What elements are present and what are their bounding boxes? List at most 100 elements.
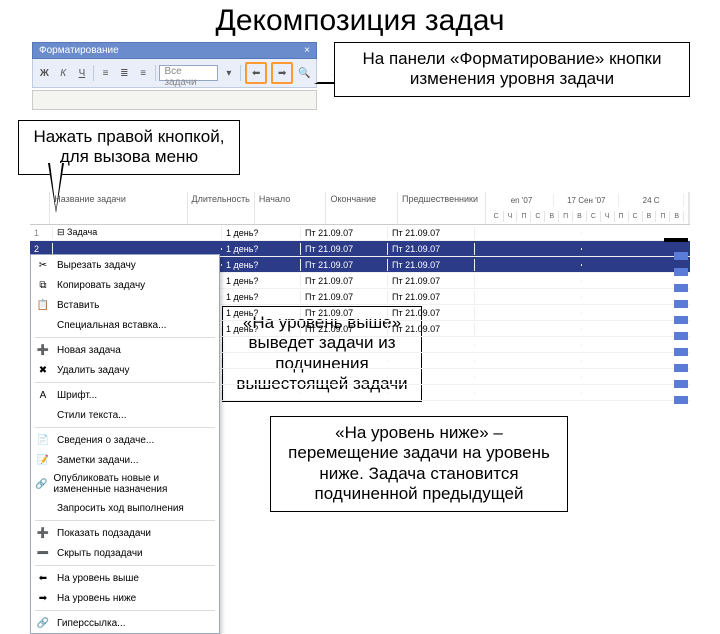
menu-item[interactable]: 📋Вставить: [31, 295, 219, 315]
gantt-bar[interactable]: [674, 316, 688, 324]
col-name[interactable]: Название задачи: [50, 192, 187, 224]
bold-icon[interactable]: Ж: [37, 65, 52, 81]
menu-label: Вставить: [57, 300, 99, 311]
menu-icon: [35, 318, 51, 332]
gantt-bar[interactable]: [674, 396, 688, 404]
end-cell[interactable]: Пт 21.09.07: [388, 323, 475, 335]
filter-tasks-dropdown[interactable]: Все задачи: [159, 65, 217, 81]
end-cell[interactable]: Пт 21.09.07: [388, 259, 475, 271]
start-cell[interactable]: Пт 21.09.07: [301, 291, 388, 303]
gantt-bar[interactable]: [674, 284, 688, 292]
menu-label: Скрыть подзадачи: [57, 548, 143, 559]
duration-cell[interactable]: 1 день?: [222, 275, 301, 287]
col-duration[interactable]: Длительность: [188, 192, 255, 224]
pred-cell[interactable]: [475, 264, 582, 266]
toolbar-caption-bar[interactable]: Форматирование ×: [32, 42, 317, 59]
task-name-cell[interactable]: [53, 248, 222, 250]
indent-icon: ➡: [274, 65, 290, 81]
menu-icon: 🔗: [35, 477, 47, 491]
context-menu: ✂Вырезать задачу⧉Копировать задачу📋Встав…: [30, 254, 220, 634]
pred-cell[interactable]: [475, 328, 582, 330]
menu-item[interactable]: AШрифт...: [31, 385, 219, 405]
end-cell[interactable]: Пт 21.09.07: [388, 227, 475, 239]
menu-item[interactable]: ➕Новая задача: [31, 340, 219, 360]
gantt-bar[interactable]: [674, 364, 688, 372]
menu-icon: [35, 408, 51, 422]
gantt-bar[interactable]: [674, 300, 688, 308]
underline-icon[interactable]: Ч: [75, 65, 90, 81]
menu-item[interactable]: Стили текста...: [31, 405, 219, 425]
gantt-day: В: [643, 211, 657, 222]
menu-icon: ✂: [35, 258, 51, 272]
close-icon[interactable]: ×: [304, 45, 310, 56]
col-end[interactable]: Окончание: [326, 192, 398, 224]
start-cell[interactable]: Пт 21.09.07: [301, 307, 388, 319]
col-predecessors[interactable]: Предшественники: [398, 192, 486, 224]
gantt-day: С: [587, 211, 601, 222]
gantt-bar[interactable]: [674, 252, 688, 260]
gantt-bar[interactable]: [674, 348, 688, 356]
menu-icon: 🔗: [35, 616, 51, 630]
dropdown-icon[interactable]: ▾: [222, 65, 237, 81]
duration-cell[interactable]: 1 день?: [222, 227, 301, 239]
gantt-month: 24 С: [619, 194, 684, 207]
duration-cell[interactable]: 1 день?: [222, 323, 301, 335]
menu-item[interactable]: Запросить ход выполнения: [31, 498, 219, 518]
menu-item[interactable]: Специальная вставка...: [31, 315, 219, 335]
menu-item[interactable]: ➕Показать подзадачи: [31, 523, 219, 543]
menu-separator: [35, 520, 215, 521]
pred-cell[interactable]: [475, 312, 582, 314]
menu-label: Сведения о задаче...: [57, 435, 154, 446]
callout-indent: «На уровень ниже» – перемещение задачи н…: [270, 416, 568, 512]
pred-cell[interactable]: [475, 296, 582, 298]
indent-button[interactable]: ➡: [271, 62, 293, 84]
menu-item[interactable]: ⧉Копировать задачу: [31, 275, 219, 295]
start-cell[interactable]: Пт 21.09.07: [301, 259, 388, 271]
end-cell[interactable]: Пт 21.09.07: [388, 291, 475, 303]
task-name-cell[interactable]: ⊟ Задача: [53, 226, 222, 239]
gantt-day: С: [629, 211, 643, 222]
start-cell[interactable]: Пт 21.09.07: [301, 275, 388, 287]
col-start[interactable]: Начало: [255, 192, 327, 224]
pred-cell[interactable]: [475, 232, 582, 234]
callout-toolbar-buttons: На панели «Форматирование» кнопки измене…: [334, 42, 690, 97]
gantt-bar[interactable]: [664, 238, 688, 242]
align-center-icon[interactable]: ≣: [117, 65, 132, 81]
start-cell[interactable]: Пт 21.09.07: [301, 323, 388, 335]
end-cell[interactable]: Пт 21.09.07: [388, 307, 475, 319]
show-subtasks-icon[interactable]: 🔍: [297, 65, 312, 81]
formula-bar[interactable]: [32, 90, 317, 110]
menu-item[interactable]: 📝Заметки задачи...: [31, 450, 219, 470]
menu-label: Шрифт...: [57, 390, 97, 401]
menu-icon: ➖: [35, 546, 51, 560]
italic-icon[interactable]: К: [56, 65, 71, 81]
start-cell[interactable]: Пт 21.09.07: [301, 243, 388, 255]
start-cell[interactable]: Пт 21.09.07: [301, 227, 388, 239]
duration-cell[interactable]: 1 день?: [222, 259, 301, 271]
toolbar-caption: Форматирование: [39, 45, 119, 56]
duration-cell[interactable]: 1 день?: [222, 307, 301, 319]
duration-cell[interactable]: 1 день?: [222, 291, 301, 303]
pred-cell[interactable]: [475, 280, 582, 282]
menu-icon: ⬅: [35, 571, 51, 585]
gantt-bar[interactable]: [674, 268, 688, 276]
gantt-bar[interactable]: [674, 380, 688, 388]
menu-item[interactable]: ✂Вырезать задачу: [31, 255, 219, 275]
menu-item[interactable]: ⬅На уровень выше: [31, 568, 219, 588]
menu-item[interactable]: ➖ Скрыть подзадачи: [31, 543, 219, 563]
duration-cell[interactable]: 1 день?: [222, 243, 301, 255]
menu-item[interactable]: 📄Сведения о задаче...: [31, 430, 219, 450]
menu-item[interactable]: ➡На уровень ниже: [31, 588, 219, 608]
align-left-icon[interactable]: ≡: [98, 65, 113, 81]
gantt-bar[interactable]: [674, 332, 688, 340]
pred-cell[interactable]: [475, 248, 582, 250]
menu-item[interactable]: ✖Удалить задачу: [31, 360, 219, 380]
end-cell[interactable]: Пт 21.09.07: [388, 243, 475, 255]
outdent-button[interactable]: ⬅: [245, 62, 267, 84]
menu-item[interactable]: 🔗Опубликовать новые и измененные назначе…: [31, 470, 219, 498]
menu-label: Показать подзадачи: [57, 528, 151, 539]
menu-item[interactable]: 🔗Гиперссылка...: [31, 613, 219, 633]
align-right-icon[interactable]: ≡: [136, 65, 151, 81]
table-row[interactable]: 1⊟ Задача1 день?Пт 21.09.07Пт 21.09.07: [30, 225, 690, 241]
end-cell[interactable]: Пт 21.09.07: [388, 275, 475, 287]
